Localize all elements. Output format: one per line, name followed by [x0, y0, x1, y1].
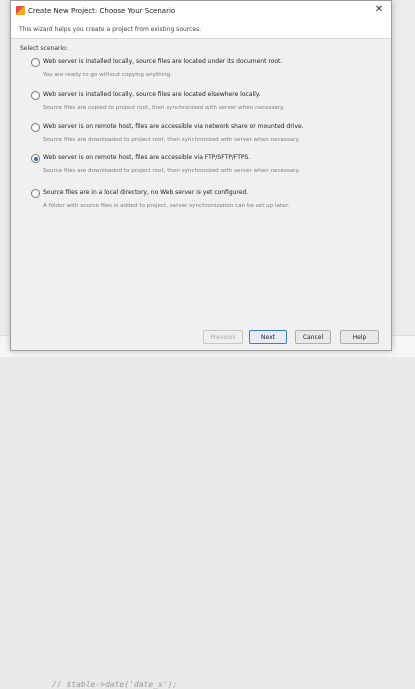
option-label[interactable]: Web server is on remote host, files are … — [43, 123, 304, 130]
code-line: // $table->date('date_x'); — [52, 680, 178, 689]
dialog-title: Create New Project: Choose Your Scenario — [28, 7, 176, 15]
option-label[interactable]: Web server is installed locally, source … — [43, 58, 282, 65]
radio-button[interactable] — [31, 189, 40, 198]
dialog-titlebar: Create New Project: Choose Your Scenario… — [11, 1, 391, 21]
next-button[interactable]: Next — [249, 330, 287, 344]
radio-button-selected[interactable] — [31, 154, 40, 163]
option-description: A folder with source files is added to p… — [43, 203, 290, 209]
cancel-button[interactable]: Cancel — [295, 330, 331, 344]
radio-button[interactable] — [31, 91, 40, 100]
banner-text: This wizard helps you create a project f… — [19, 26, 202, 33]
wizard-banner: This wizard helps you create a project f… — [11, 21, 391, 39]
option-label[interactable]: Source files are in a local directory, n… — [43, 189, 248, 196]
option-description: Source files are downloaded to project r… — [43, 137, 300, 143]
app-logo-icon — [16, 6, 25, 15]
select-scenario-label: Select scenario: — [20, 45, 68, 52]
option-description: You are ready to go without copying anyt… — [43, 72, 173, 78]
previous-button[interactable]: Previous — [203, 330, 243, 344]
help-button[interactable]: Help — [340, 330, 379, 344]
radio-button[interactable] — [31, 58, 40, 67]
option-description: Source files are copied to project root,… — [43, 105, 285, 111]
close-icon[interactable]: ✕ — [373, 4, 385, 16]
radio-button[interactable] — [31, 123, 40, 132]
option-label[interactable]: Web server is installed locally, source … — [43, 91, 260, 98]
create-project-dialog: Create New Project: Choose Your Scenario… — [10, 0, 392, 351]
option-label[interactable]: Web server is on remote host, files are … — [43, 154, 250, 161]
option-description: Source files are downloaded to project r… — [43, 168, 300, 174]
